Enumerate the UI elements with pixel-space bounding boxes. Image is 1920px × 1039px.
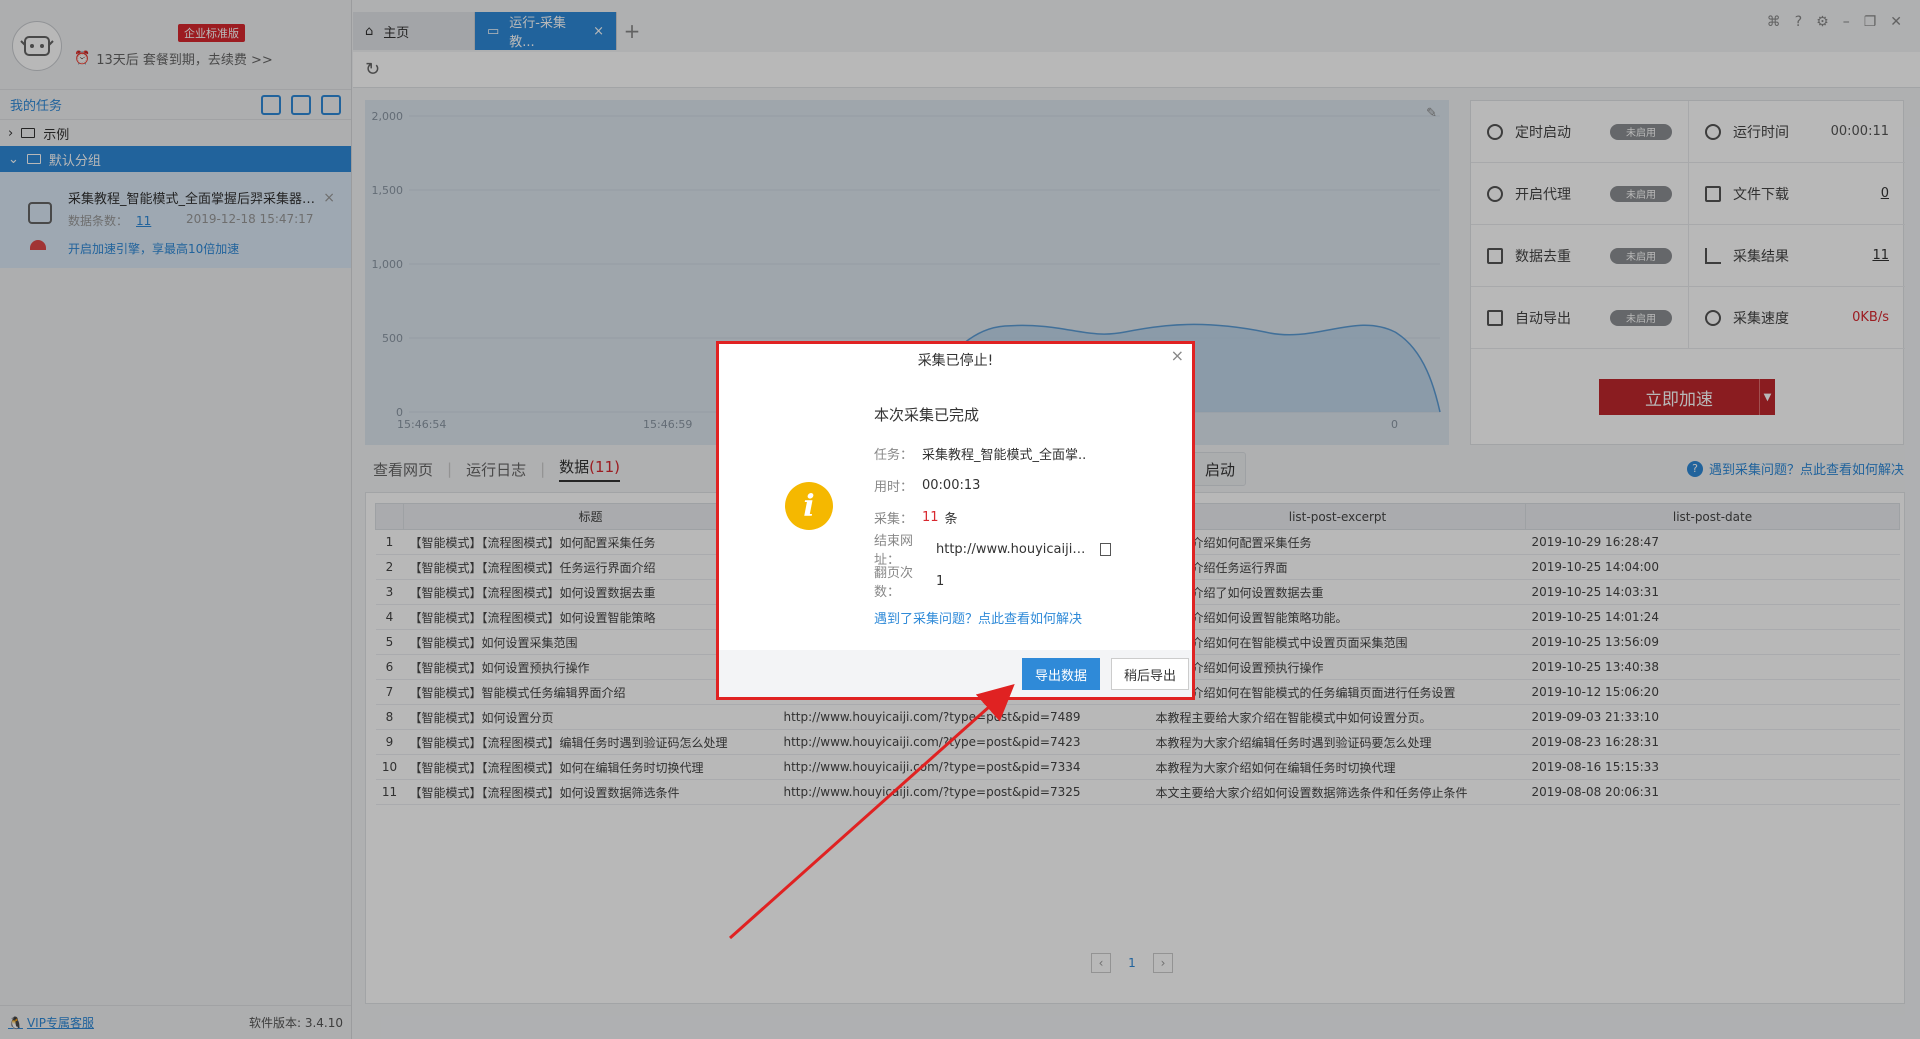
pages-value: 1: [936, 573, 945, 589]
row-time: 用时： 00:00:13: [874, 469, 1174, 501]
count-unit: 条: [944, 511, 958, 527]
row-count: 采集： 11 条: [874, 501, 1174, 533]
task-value: 采集教程_智能模式_全面掌..: [922, 447, 1087, 463]
row-label: 用时：: [874, 479, 914, 495]
row-label: 翻页次数：: [874, 566, 914, 600]
close-icon[interactable]: ×: [1171, 346, 1184, 365]
row-url: 结束网址： http://www.houyicaiji.com/...: [874, 533, 1174, 568]
info-icon: i: [785, 482, 833, 530]
count-value: 11: [922, 509, 939, 525]
dialog-heading: 本次采集已完成: [874, 406, 980, 424]
copy-icon[interactable]: [1100, 542, 1111, 556]
url-value: http://www.houyicaiji.com/...: [936, 541, 1086, 557]
row-label: 任务：: [874, 447, 914, 463]
export-later-button[interactable]: 稍后导出: [1111, 658, 1189, 690]
export-data-button[interactable]: 导出数据: [1022, 658, 1100, 690]
row-label: 采集：: [874, 511, 914, 527]
dialog-body: 本次采集已完成 任务： 采集教程_智能模式_全面掌.. 用时： 00:00:13…: [874, 404, 1174, 633]
collection-stopped-dialog: 采集已停止! × i 本次采集已完成 任务： 采集教程_智能模式_全面掌.. 用…: [716, 341, 1195, 700]
dialog-title: 采集已停止!: [917, 353, 994, 369]
dialog-footer: 导出数据 稍后导出: [719, 650, 1192, 697]
dialog-help-link[interactable]: 遇到了采集问题？点此查看如何解决: [874, 601, 1174, 633]
time-value: 00:00:13: [922, 477, 981, 493]
row-task: 任务： 采集教程_智能模式_全面掌..: [874, 437, 1174, 469]
row-pages: 翻页次数： 1: [874, 565, 1174, 600]
